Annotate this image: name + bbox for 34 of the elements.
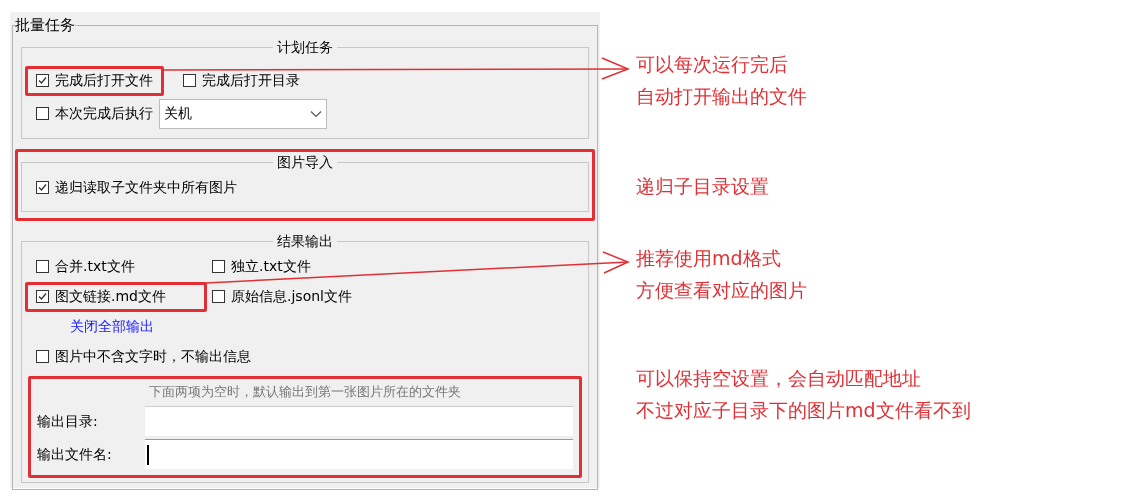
checkbox[interactable] — [36, 181, 49, 194]
input-field[interactable] — [145, 406, 573, 436]
input-field[interactable] — [145, 439, 573, 469]
checkbox[interactable] — [36, 74, 49, 87]
checkbox-label[interactable]: 原始信息.jsonl文件 — [231, 286, 352, 307]
checkbox-label[interactable]: 图文链接.md文件 — [55, 286, 166, 307]
checkbox[interactable] — [36, 350, 49, 363]
checkbox[interactable] — [36, 290, 49, 303]
group-title: 结果输出 — [276, 231, 334, 251]
checkbox-label[interactable]: 完成后打开文件 — [55, 70, 153, 91]
checkbox-label[interactable]: 本次完成后执行 — [55, 103, 153, 124]
checkbox[interactable] — [212, 260, 225, 273]
checkbox-label[interactable]: 递归读取子文件夹中所有图片 — [55, 177, 237, 198]
group-title: 批量任务 — [15, 15, 75, 36]
group-title: 计划任务 — [276, 37, 334, 57]
checkbox-label[interactable]: 合并.txt文件 — [55, 256, 135, 277]
field-label: 输出目录: — [37, 411, 99, 431]
checkbox[interactable] — [36, 260, 49, 273]
checkbox-label[interactable]: 独立.txt文件 — [231, 256, 311, 277]
annotation-note: 可以每次运行完后 自动打开输出的文件 — [636, 52, 808, 109]
checkbox[interactable] — [36, 107, 49, 120]
checkbox-label[interactable]: 完成后打开目录 — [202, 70, 300, 91]
chevron-down-icon — [310, 109, 322, 118]
checkbox[interactable] — [183, 74, 196, 87]
annotation-note: 递归子目录设置 — [636, 174, 770, 199]
checkbox[interactable] — [212, 290, 225, 303]
checkbox-label[interactable]: 图片中不含文字时，不输出信息 — [55, 346, 251, 367]
close-all-output-link[interactable]: 关闭全部输出 — [70, 316, 154, 337]
annotation-note: 可以保持空设置，会自动匹配地址 不过对应子目录下的图片md文件看不到 — [636, 366, 971, 423]
annotation-note: 推荐使用md格式 方便查看对应的图片 — [636, 246, 808, 303]
hint-text: 下面两项为空时，默认输出到第一张图片所在的文件夹 — [148, 382, 462, 401]
dropdown[interactable]: 关机 — [159, 98, 327, 129]
group-title: 图片导入 — [276, 152, 334, 172]
field-label: 输出文件名: — [37, 444, 113, 464]
